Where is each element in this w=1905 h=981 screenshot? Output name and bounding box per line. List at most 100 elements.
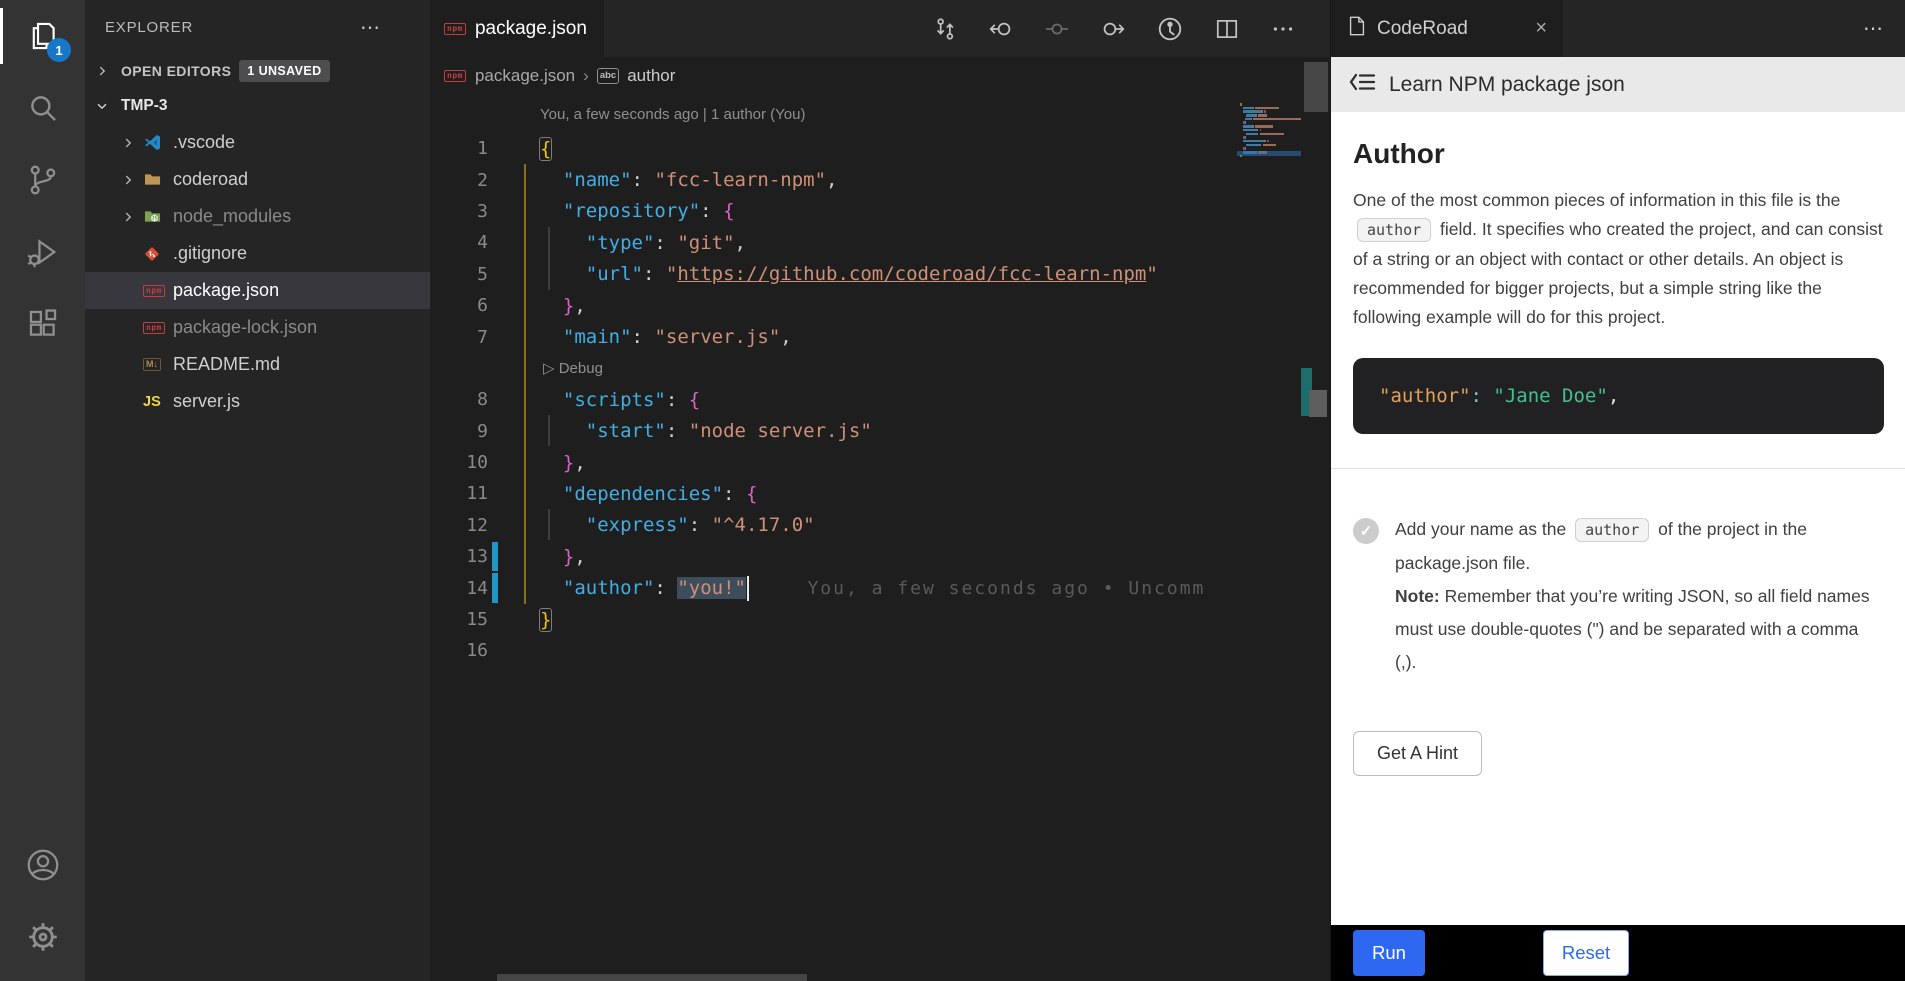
lesson-title: Author	[1353, 138, 1884, 170]
code-token	[540, 295, 563, 317]
reset-button[interactable]: Reset	[1543, 930, 1629, 976]
code-token	[677, 389, 688, 411]
vertical-scrollbar[interactable]	[1304, 62, 1328, 112]
code-token	[540, 483, 563, 505]
code-line[interactable]: 16	[430, 635, 1330, 666]
code-line[interactable]: 9 "start": "node server.js"	[430, 416, 1330, 447]
code-line[interactable]: 15}	[430, 604, 1330, 635]
inline-code-chip: author	[1357, 218, 1431, 242]
code-text: "type": "git",	[540, 232, 746, 254]
explorer-more-actions-icon[interactable]: ⋯	[360, 15, 382, 40]
editor-tab-bar: npm package.json	[430, 0, 1330, 57]
open-editors-section[interactable]: OPEN EDITORS 1 UNSAVED	[85, 54, 430, 88]
code-token: "author"	[563, 577, 655, 599]
debug-icon	[26, 235, 60, 269]
code-token	[700, 514, 711, 536]
code-token	[643, 169, 654, 191]
file-name: .gitignore	[173, 243, 247, 264]
text-run: field. It specifies who created the proj…	[1353, 219, 1883, 327]
gutter	[488, 635, 540, 666]
code-line[interactable]: 14 "author": "you!"You, a few seconds ag…	[430, 572, 1330, 603]
line-number: 3	[430, 201, 488, 222]
file-name: .vscode	[173, 132, 235, 153]
code-editor[interactable]: You, a few seconds ago | 1 author (You)1…	[430, 95, 1330, 981]
code-line[interactable]: 1{	[430, 133, 1330, 164]
code-text: "dependencies": {	[540, 483, 757, 505]
editor-group: npm package.json	[430, 0, 1330, 981]
symbol-string-icon: abc	[597, 68, 619, 84]
back-to-list-icon[interactable]	[1349, 70, 1377, 99]
panel-more-actions-icon[interactable]: ⋯	[1863, 16, 1905, 41]
code-token: }	[563, 546, 574, 568]
code-line[interactable]: 7 "main": "server.js",	[430, 321, 1330, 352]
code-token: "	[1146, 263, 1157, 285]
code-line[interactable]: 5 "url": "https://github.com/coderoad/fc…	[430, 259, 1330, 290]
activity-extensions-button[interactable]	[0, 288, 85, 360]
text-run: Add your name as the	[1395, 519, 1571, 539]
code-token: ,	[735, 232, 746, 254]
explorer-file-.gitignore[interactable]: .gitignore	[85, 235, 430, 272]
activity-search-button[interactable]	[0, 72, 85, 144]
gutter	[488, 478, 540, 509]
debug-codelens[interactable]: ▷ Debug	[430, 353, 1330, 384]
line-number: 1	[430, 138, 488, 159]
compare-changes-icon[interactable]	[932, 16, 958, 42]
code-text: "repository": {	[540, 200, 735, 222]
code-line[interactable]: 10 },	[430, 447, 1330, 478]
root-folder-name: TMP-3	[121, 97, 168, 115]
blame-codelens[interactable]: You, a few seconds ago | 1 author (You)	[430, 95, 1330, 133]
code-line[interactable]: 6 },	[430, 290, 1330, 321]
tab-coderoad[interactable]: CodeRoad ×	[1331, 0, 1563, 57]
explorer-file-coderoad[interactable]: coderoad	[85, 161, 430, 198]
breadcrumb-file[interactable]: package.json	[475, 66, 575, 86]
close-icon[interactable]: ×	[1535, 17, 1547, 40]
get-a-hint-button[interactable]: Get A Hint	[1353, 731, 1482, 776]
code-line[interactable]: 11 "dependencies": {	[430, 478, 1330, 509]
nav-back-icon[interactable]	[988, 16, 1014, 42]
code-text: "express": "^4.17.0"	[540, 514, 815, 536]
git-file-icon	[143, 245, 171, 263]
code-line[interactable]: 3 "repository": {	[430, 196, 1330, 227]
explorer-file-.vscode[interactable]: .vscode	[85, 124, 430, 161]
nav-forward-icon[interactable]	[1100, 16, 1126, 42]
run-button[interactable]: Run	[1353, 930, 1425, 976]
settings-gear-button[interactable]	[0, 901, 85, 973]
code-line[interactable]: 13 },	[430, 541, 1330, 572]
code-token: {	[723, 200, 734, 222]
code-token: ,	[780, 326, 791, 348]
activity-source-control-button[interactable]	[0, 144, 85, 216]
workspace-root-folder[interactable]: TMP-3	[85, 88, 430, 124]
text-cursor	[747, 576, 750, 601]
minimap[interactable]	[1237, 95, 1301, 981]
explorer-file-README.md[interactable]: M↓README.md	[85, 346, 430, 383]
activity-run-debug-button[interactable]	[0, 216, 85, 288]
horizontal-scrollbar[interactable]	[497, 974, 807, 981]
code-token: "Jane Doe"	[1493, 385, 1607, 407]
code-token	[540, 326, 563, 348]
code-line[interactable]: 8 "scripts": {	[430, 384, 1330, 415]
js-file-icon: JS	[143, 394, 171, 410]
accounts-button[interactable]	[0, 829, 85, 901]
tab-package-json[interactable]: npm package.json	[430, 0, 604, 57]
activity-explorer-button[interactable]: 1	[0, 0, 85, 72]
more-actions-icon[interactable]	[1270, 16, 1296, 42]
code-token: :	[632, 326, 643, 348]
code-token: {	[689, 389, 700, 411]
svg-text:JS: JS	[152, 216, 158, 222]
breadcrumb-symbol[interactable]: author	[627, 66, 675, 86]
run-timeline-icon[interactable]	[1156, 15, 1184, 43]
split-editor-icon[interactable]	[1214, 16, 1240, 42]
code-token	[540, 232, 586, 254]
code-token: "scripts"	[563, 389, 666, 411]
code-line[interactable]: 12 "express": "^4.17.0"	[430, 510, 1330, 541]
explorer-file-server.js[interactable]: JSserver.js	[85, 383, 430, 420]
line-number: 11	[430, 483, 488, 504]
code-line[interactable]: 4 "type": "git",	[430, 227, 1330, 258]
explorer-file-package.json[interactable]: npmpackage.json	[85, 272, 430, 309]
explorer-file-package-lock.json[interactable]: npmpackage-lock.json	[85, 309, 430, 346]
code-line[interactable]: 2 "name": "fcc-learn-npm",	[430, 164, 1330, 195]
overview-ruler-handle[interactable]	[1309, 390, 1327, 417]
code-token: "server.js"	[654, 326, 780, 348]
code-token: "fcc-learn-npm"	[654, 169, 826, 191]
explorer-file-node_modules[interactable]: JSnode_modules	[85, 198, 430, 235]
